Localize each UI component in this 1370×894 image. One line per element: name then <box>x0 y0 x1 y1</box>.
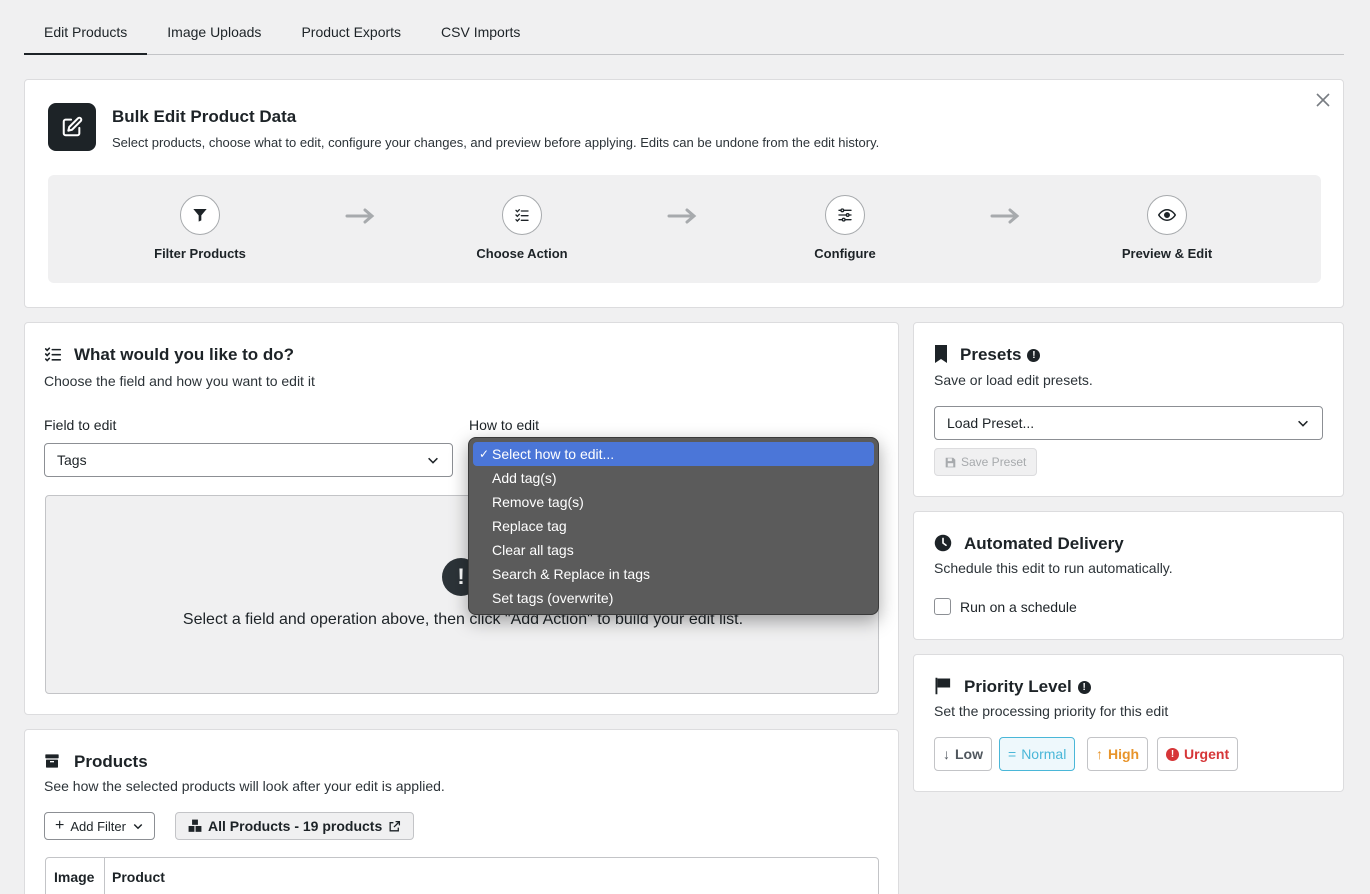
tab-image-uploads[interactable]: Image Uploads <box>147 0 281 55</box>
bookmark-icon <box>935 345 947 363</box>
sliders-icon <box>825 195 865 235</box>
info-icon[interactable]: ! <box>1077 681 1091 695</box>
products-subtitle: See how the selected products will look … <box>44 778 445 794</box>
bulk-edit-header-card: Bulk Edit Product Data Select products, … <box>24 79 1344 308</box>
save-icon <box>945 457 956 467</box>
dropdown-option[interactable]: Search & Replace in tags <box>473 562 874 586</box>
priority-subtitle: Set the processing priority for this edi… <box>934 703 1169 719</box>
step-choose-action: Choose Action <box>442 195 602 261</box>
dropdown-option[interactable]: Remove tag(s) <box>473 490 874 514</box>
automated-delivery-card: Automated Delivery Schedule this edit to… <box>913 511 1344 640</box>
edit-icon <box>48 103 96 151</box>
checklist-icon <box>44 347 62 362</box>
clock-icon <box>934 534 952 552</box>
dropdown-option[interactable]: ✓ Select how to edit... <box>473 442 874 466</box>
load-preset-value: Load Preset... <box>947 415 1035 431</box>
info-icon[interactable]: ! <box>1027 349 1041 363</box>
plus-icon: + <box>55 817 65 834</box>
column-header-product: Product <box>112 869 165 885</box>
arrow-right-icon <box>667 208 697 224</box>
priority-low-button[interactable]: ↓ Low <box>934 737 992 771</box>
load-preset-select[interactable]: Load Preset... <box>934 406 1323 440</box>
step-label: Preview & Edit <box>1121 246 1213 261</box>
filter-icon <box>180 195 220 235</box>
chevron-down-icon <box>428 457 438 464</box>
save-preset-button[interactable]: Save Preset <box>934 448 1038 476</box>
dropdown-option[interactable]: Add tag(s) <box>473 466 874 490</box>
step-preview-edit: Preview & Edit <box>1087 195 1247 261</box>
column-divider <box>104 858 105 894</box>
arrow-right-icon <box>990 208 1020 224</box>
priority-normal-button[interactable]: = Normal <box>999 737 1076 771</box>
dropdown-option[interactable]: Set tags (overwrite) <box>473 586 874 610</box>
priority-urgent-button[interactable]: ! Urgent <box>1157 737 1239 771</box>
boxes-icon <box>188 819 202 832</box>
action-title: What would you like to do? <box>74 345 295 364</box>
tab-bar: Edit Products Image Uploads Product Expo… <box>24 0 1344 55</box>
header-title: Bulk Edit Product Data <box>112 107 297 126</box>
step-label: Filter Products <box>154 246 246 261</box>
presets-card: Presets! Save or load edit presets. Load… <box>913 322 1344 497</box>
products-table: Image Product <box>45 857 879 894</box>
run-on-schedule-label[interactable]: Run on a schedule <box>960 599 1077 615</box>
add-filter-button[interactable]: + Add Filter <box>44 812 155 840</box>
delivery-subtitle: Schedule this edit to run automatically. <box>934 560 1173 576</box>
all-products-chip[interactable]: All Products - 19 products <box>175 812 415 840</box>
step-label: Configure <box>814 246 876 261</box>
how-to-edit-label: How to edit <box>469 417 540 433</box>
checklist-icon <box>502 195 542 235</box>
products-card: Products See how the selected products w… <box>24 729 899 894</box>
step-configure: Configure <box>765 195 925 261</box>
priority-card: Priority Level! Set the processing prior… <box>913 654 1344 792</box>
alert-circle-icon: ! <box>1166 747 1179 761</box>
box-icon <box>45 754 59 768</box>
eye-icon <box>1147 195 1187 235</box>
priority-high-button[interactable]: ↑ High <box>1087 737 1149 771</box>
equals-icon: = <box>1008 746 1017 762</box>
presets-subtitle: Save or load edit presets. <box>934 372 1093 388</box>
field-to-edit-label: Field to edit <box>44 417 117 433</box>
priority-title: Priority Level! <box>964 677 1091 697</box>
arrow-up-icon: ↑ <box>1096 746 1103 762</box>
field-to-edit-value: Tags <box>57 452 87 468</box>
step-label: Choose Action <box>476 246 568 261</box>
external-link-icon <box>389 820 401 831</box>
checkmark-icon: ✓ <box>479 447 490 461</box>
tab-edit-products[interactable]: Edit Products <box>24 0 148 55</box>
chevron-down-icon <box>133 823 143 830</box>
delivery-title: Automated Delivery <box>964 534 1124 553</box>
action-subtitle: Choose the field and how you want to edi… <box>44 373 315 389</box>
products-title: Products <box>74 752 148 771</box>
tab-product-exports[interactable]: Product Exports <box>281 0 421 55</box>
workflow-steps: Filter Products Choose Action Configure … <box>48 175 1321 283</box>
flag-icon <box>935 677 951 695</box>
column-header-image: Image <box>54 869 95 885</box>
how-to-edit-dropdown[interactable]: ✓ Select how to edit... Add tag(s) Remove… <box>468 437 879 615</box>
chevron-down-icon <box>1298 420 1308 427</box>
run-on-schedule-checkbox[interactable] <box>934 598 951 615</box>
presets-title: Presets! <box>960 345 1041 365</box>
close-icon[interactable] <box>1315 92 1331 108</box>
step-filter-products: Filter Products <box>120 195 280 261</box>
header-description: Select products, choose what to edit, co… <box>112 135 880 150</box>
arrow-down-icon: ↓ <box>943 746 950 762</box>
dropdown-option[interactable]: Replace tag <box>473 514 874 538</box>
dropdown-option[interactable]: Clear all tags <box>473 538 874 562</box>
tab-csv-imports[interactable]: CSV Imports <box>421 0 540 55</box>
arrow-right-icon <box>345 208 375 224</box>
field-to-edit-select[interactable]: Tags <box>44 443 453 477</box>
